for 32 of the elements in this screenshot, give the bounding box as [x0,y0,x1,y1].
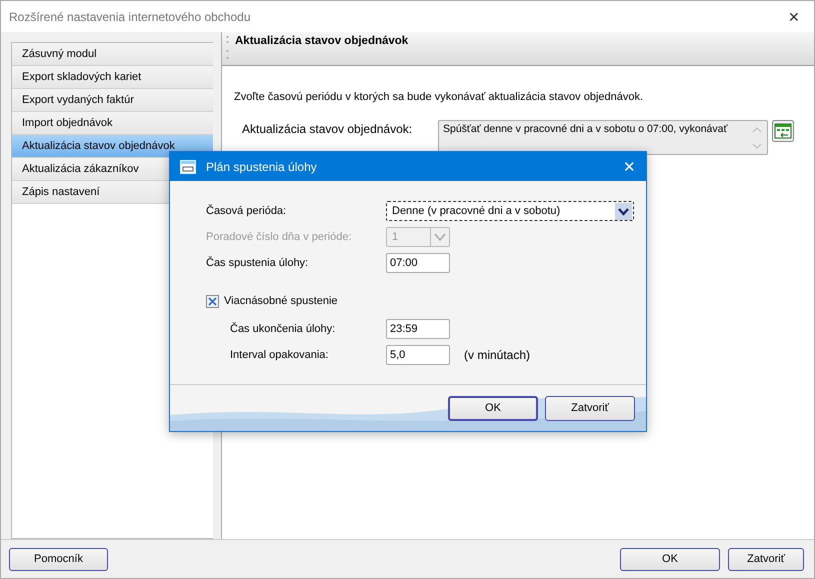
sidebar-item[interactable]: Aktualizácia stavov objednávok [12,135,213,158]
time-input[interactable]: 23:59 [386,319,450,339]
close-icon[interactable]: ✕ [623,158,636,176]
help-button[interactable]: Pomocník [9,548,108,570]
panel-title: Aktualizácia stavov objednávok [235,35,408,47]
sidebar-item[interactable]: Import objednávok [12,112,213,135]
field-label: Poradové číslo dňa v perióde: [206,231,353,243]
grip-icon [226,35,229,61]
sidebar-item[interactable]: Zásuvný modul [12,43,213,66]
time-input[interactable]: 5,0 [386,345,450,365]
checkbox-label: Viacnásobné spustenie [224,295,338,307]
field-label: Aktualizácia stavov objednávok: [242,121,414,136]
unit-label: (v minútach) [464,348,530,362]
field-label: Čas spustenia úlohy: [206,257,310,269]
period-dropdown[interactable]: Denne (v pracovné dni a v sobotu) [386,201,634,221]
close-icon[interactable]: ✕ [782,8,806,24]
footer-button[interactable]: OK [620,548,720,570]
time-input[interactable]: 07:00 [386,253,450,273]
footer-button[interactable]: Zatvoriť [728,548,804,570]
checkbox[interactable] [206,294,219,308]
schedule-text-field[interactable]: Spúšťať denne v pracovné dni a v sobotu o 07:00, vykonávať [438,120,768,155]
window-title: Rozšírené nastavenia internetového obchodu [9,10,252,24]
description-text: Zvoľte časovú periódu v ktorých sa bude vykonávať aktualizácia stavov objednávok. [234,91,644,103]
calendar-icon[interactable] [772,120,794,142]
sidebar-item[interactable]: Export skladových kariet [12,66,213,89]
field-label: Časová perióda: [206,205,288,217]
sidebar-item[interactable]: Export vydaných faktúr [12,89,213,112]
dialog-button[interactable]: Zatvoriť [545,396,635,420]
field-label: Čas ukončenia úlohy: [230,323,336,335]
dialog-button[interactable]: OK [448,396,538,420]
field-label: Interval opakovania: [230,349,330,361]
window-icon [180,160,196,174]
